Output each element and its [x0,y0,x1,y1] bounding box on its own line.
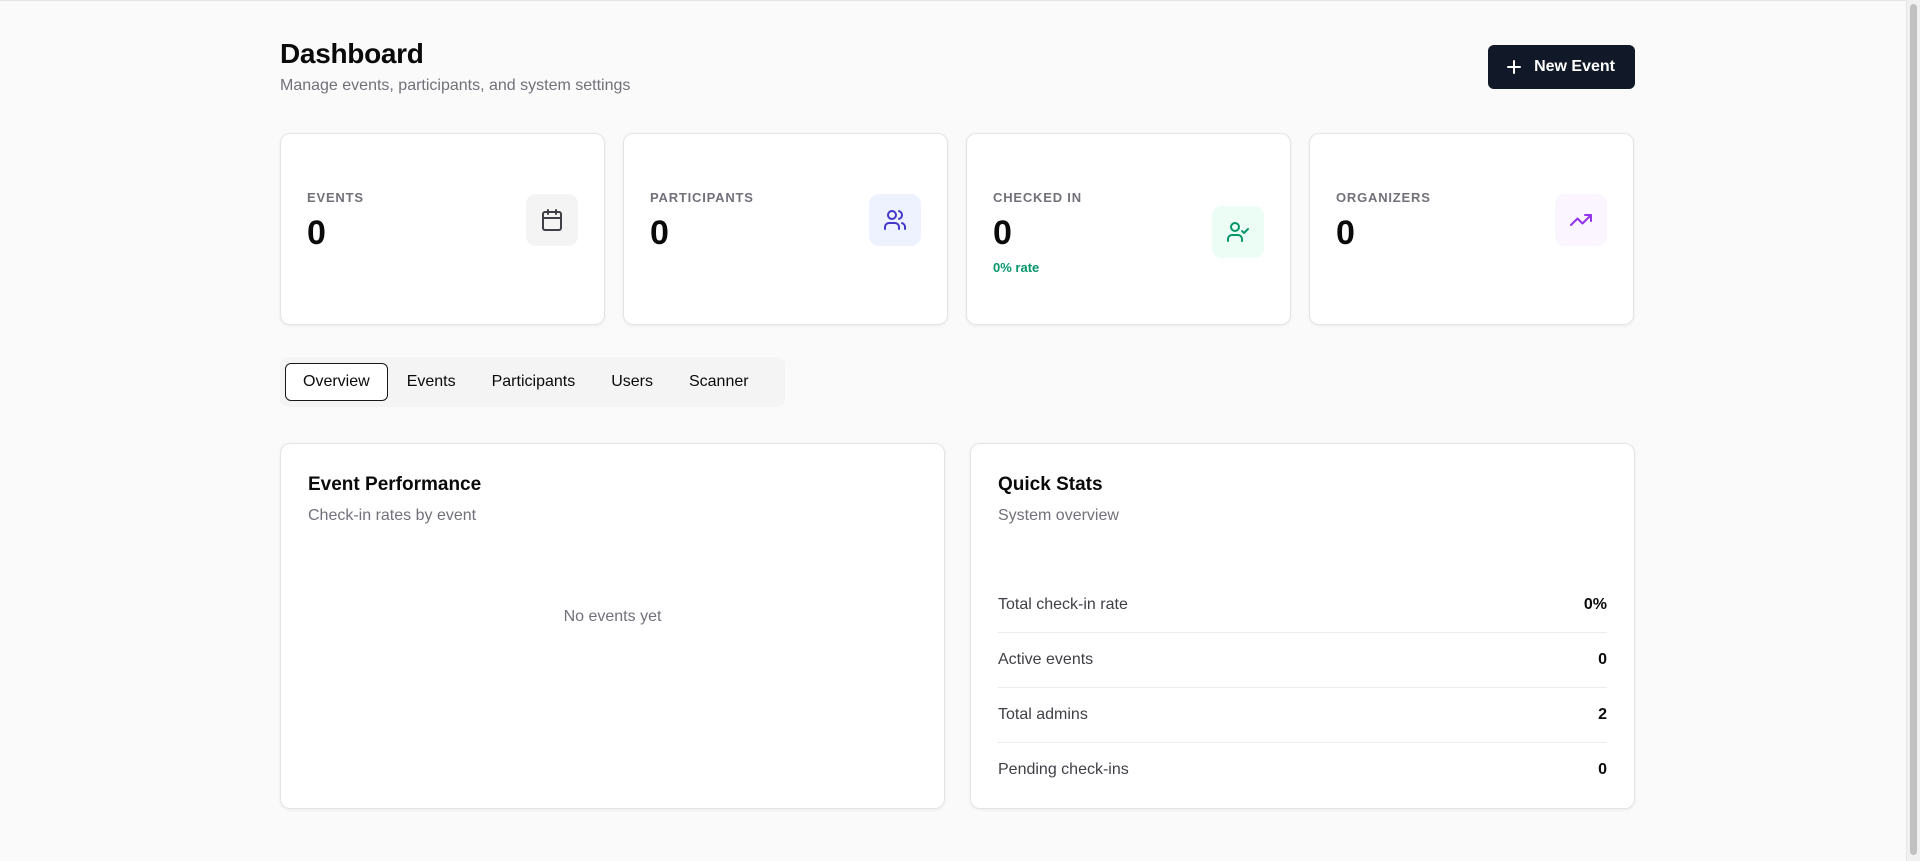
tab-list: Overview Events Participants Users Scann… [280,357,785,407]
checkin-rate-note: 0% rate [993,260,1040,275]
tab-users[interactable]: Users [594,363,670,401]
stat-label: PARTICIPANTS [650,190,754,205]
plus-icon [1506,59,1522,75]
new-event-label: New Event [1534,58,1615,75]
stat-row-label: Total check-in rate [998,596,1128,613]
stat-card-participants: PARTICIPANTS 0 [623,133,948,325]
stat-value: 0 [650,214,669,252]
quick-stats-card: Quick Stats System overview Total check-… [970,443,1635,809]
stat-value: 0 [1336,214,1355,252]
tab-participants[interactable]: Participants [475,363,593,401]
stat-row-label: Active events [998,651,1094,668]
list-item: Active events 0 [998,633,1607,688]
new-event-button[interactable]: New Event [1488,45,1635,89]
stat-row-value: 0 [1598,761,1607,778]
panel-subtitle: System overview [998,507,1119,524]
vertical-scrollbar[interactable] [1906,0,1920,861]
stat-label: EVENTS [307,190,364,205]
tab-overview[interactable]: Overview [285,363,388,401]
stat-value: 0 [307,214,326,252]
stat-row-value: 2 [1598,706,1607,723]
stat-value: 0 [993,214,1012,252]
page-subtitle: Manage events, participants, and system … [280,77,631,94]
tab-scanner[interactable]: Scanner [672,363,766,401]
stat-card-events: EVENTS 0 [280,133,605,325]
scrollbar-thumb[interactable] [1910,4,1917,855]
stat-row-value: 0 [1598,651,1607,668]
list-item: Total admins 2 [998,688,1607,743]
stat-label: ORGANIZERS [1336,190,1431,205]
calendar-icon [526,194,578,246]
trending-up-icon [1555,194,1607,246]
stat-row-value: 0% [1583,596,1607,613]
panel-title: Event Performance [308,474,482,495]
stats-row: EVENTS 0 PARTICIPANTS 0 CHECKED IN 0 0% … [280,133,1635,325]
list-item: Total check-in rate 0% [998,578,1607,633]
user-check-icon [1212,206,1264,258]
dashboard-container: Dashboard Manage events, participants, a… [280,0,1635,809]
tab-events[interactable]: Events [390,363,473,401]
quick-stats-list: Total check-in rate 0% Active events 0 T… [998,578,1607,797]
stat-label: CHECKED IN [993,190,1082,205]
stat-card-checked-in: CHECKED IN 0 0% rate [966,133,1291,325]
panel-title: Quick Stats [998,474,1103,495]
empty-state-text: No events yet [563,608,662,625]
stat-row-label: Pending check-ins [998,761,1129,778]
panel-subtitle: Check-in rates by event [308,507,477,524]
page-title: Dashboard [280,38,424,69]
page-header: Dashboard Manage events, participants, a… [280,0,1635,120]
list-item: Pending check-ins 0 [998,743,1607,797]
users-icon [869,194,921,246]
event-performance-card: Event Performance Check-in rates by even… [280,443,945,809]
stat-card-organizers: ORGANIZERS 0 [1309,133,1634,325]
stat-row-label: Total admins [998,706,1088,723]
